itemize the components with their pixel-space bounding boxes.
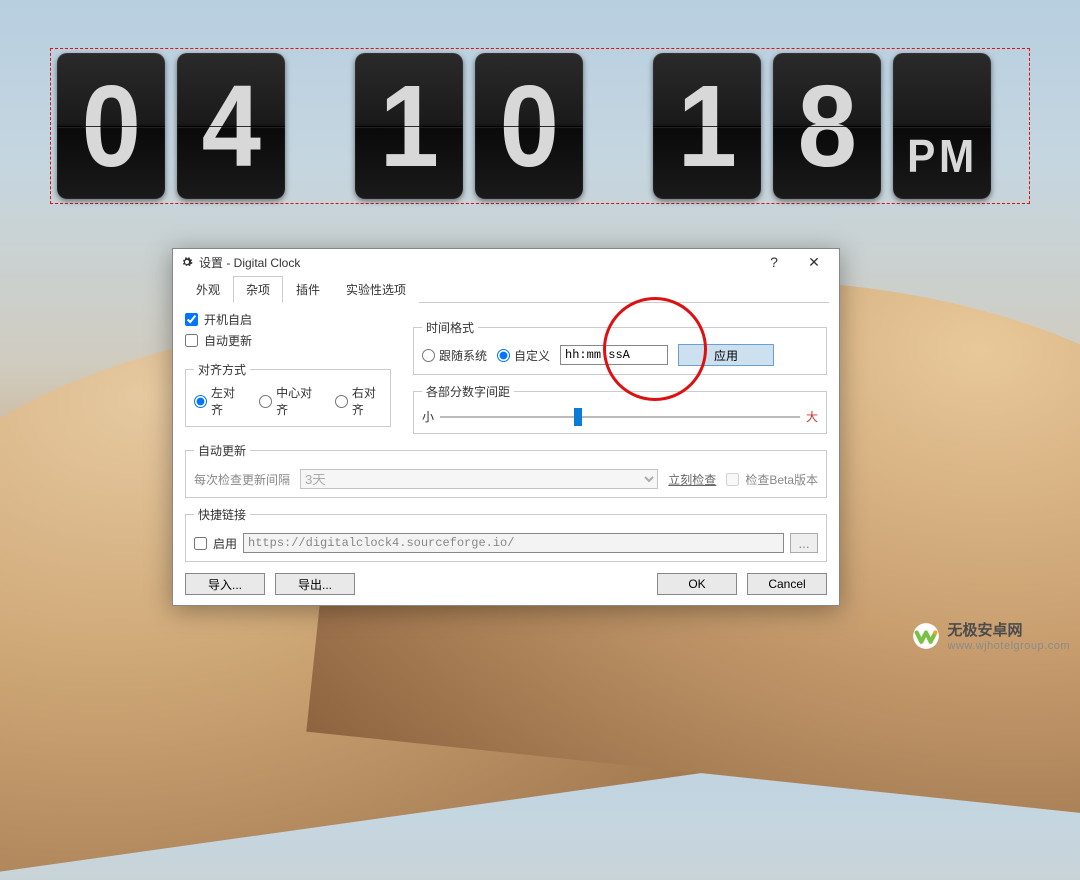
watermark-brand: 无极安卓网 bbox=[948, 619, 1071, 640]
autoupdate-legend: 自动更新 bbox=[194, 442, 250, 459]
align-center-radio[interactable]: 中心对齐 bbox=[259, 384, 317, 418]
clock-digit-hour-ones: 4 bbox=[177, 53, 285, 199]
watermark-logo-icon bbox=[912, 622, 940, 650]
spacing-small-label: 小 bbox=[422, 408, 434, 425]
align-legend: 对齐方式 bbox=[194, 361, 250, 378]
shortcut-enable-checkbox[interactable]: 启用 bbox=[194, 535, 237, 552]
shortcut-legend: 快捷链接 bbox=[194, 506, 250, 523]
align-left-radio[interactable]: 左对齐 bbox=[194, 384, 241, 418]
spacing-legend: 各部分数字间距 bbox=[422, 383, 514, 400]
close-button[interactable]: ✕ bbox=[795, 250, 833, 274]
clock-ampm: PM bbox=[893, 53, 991, 199]
beta-checkbox[interactable]: 检查Beta版本 bbox=[726, 471, 818, 488]
clock-digit-hour-tens: 0 bbox=[57, 53, 165, 199]
clock-digit-min-tens: 1 bbox=[355, 53, 463, 199]
flip-clock[interactable]: 0 4 1 0 1 8 PM bbox=[50, 48, 1030, 204]
watermark-domain: www.wjhotelgroup.com bbox=[948, 640, 1071, 652]
import-button[interactable]: 导入... bbox=[185, 573, 265, 595]
spacing-group: 各部分数字间距 小 大 bbox=[413, 383, 827, 434]
clock-digit-sec-tens: 1 bbox=[653, 53, 761, 199]
shortcut-group: 快捷链接 启用 ... bbox=[185, 506, 827, 562]
help-button[interactable]: ? bbox=[755, 250, 793, 274]
clock-digit-sec-ones: 8 bbox=[773, 53, 881, 199]
apply-button[interactable]: 应用 bbox=[678, 344, 774, 366]
autoupdate-group: 自动更新 每次检查更新间隔 3天 立刻检查 检查Beta版本 bbox=[185, 442, 827, 498]
spacing-large-label: 大 bbox=[806, 408, 818, 425]
timefmt-follow-radio[interactable]: 跟随系统 bbox=[422, 347, 487, 364]
interval-label: 每次检查更新间隔 bbox=[194, 471, 290, 488]
clock-digit-min-ones: 0 bbox=[475, 53, 583, 199]
shortcut-url-input[interactable] bbox=[243, 533, 784, 553]
dialog-title: 设置 - Digital Clock bbox=[199, 254, 755, 271]
autoupdate-checkbox[interactable]: 自动更新 bbox=[185, 332, 391, 349]
tab-appearance[interactable]: 外观 bbox=[183, 276, 233, 303]
tab-experimental[interactable]: 实验性选项 bbox=[333, 276, 419, 303]
check-now-link[interactable]: 立刻检查 bbox=[668, 471, 716, 488]
timefmt-legend: 时间格式 bbox=[422, 319, 478, 336]
timefmt-input[interactable] bbox=[560, 345, 668, 365]
timefmt-group: 时间格式 跟随系统 自定义 应用 bbox=[413, 319, 827, 375]
shortcut-browse-button[interactable]: ... bbox=[790, 533, 818, 553]
spacing-slider[interactable] bbox=[440, 416, 800, 418]
titlebar[interactable]: 设置 - Digital Clock ? ✕ bbox=[173, 249, 839, 275]
gear-icon bbox=[181, 256, 193, 268]
settings-dialog: 设置 - Digital Clock ? ✕ 外观 杂项 插件 实验性选项 开机… bbox=[172, 248, 840, 606]
export-button[interactable]: 导出... bbox=[275, 573, 355, 595]
tab-misc[interactable]: 杂项 bbox=[233, 276, 283, 303]
cancel-button[interactable]: Cancel bbox=[747, 573, 827, 595]
align-right-radio[interactable]: 右对齐 bbox=[335, 384, 382, 418]
autostart-checkbox[interactable]: 开机自启 bbox=[185, 311, 391, 328]
watermark: 无极安卓网 www.wjhotelgroup.com bbox=[912, 619, 1071, 652]
align-group: 对齐方式 左对齐 中心对齐 右对齐 bbox=[185, 361, 391, 427]
dialog-footer: 导入... 导出... OK Cancel bbox=[173, 563, 839, 605]
ok-button[interactable]: OK bbox=[657, 573, 737, 595]
tab-bar: 外观 杂项 插件 实验性选项 bbox=[183, 275, 829, 303]
interval-select[interactable]: 3天 bbox=[300, 469, 658, 489]
tab-plugins[interactable]: 插件 bbox=[283, 276, 333, 303]
timefmt-custom-radio[interactable]: 自定义 bbox=[497, 347, 550, 364]
